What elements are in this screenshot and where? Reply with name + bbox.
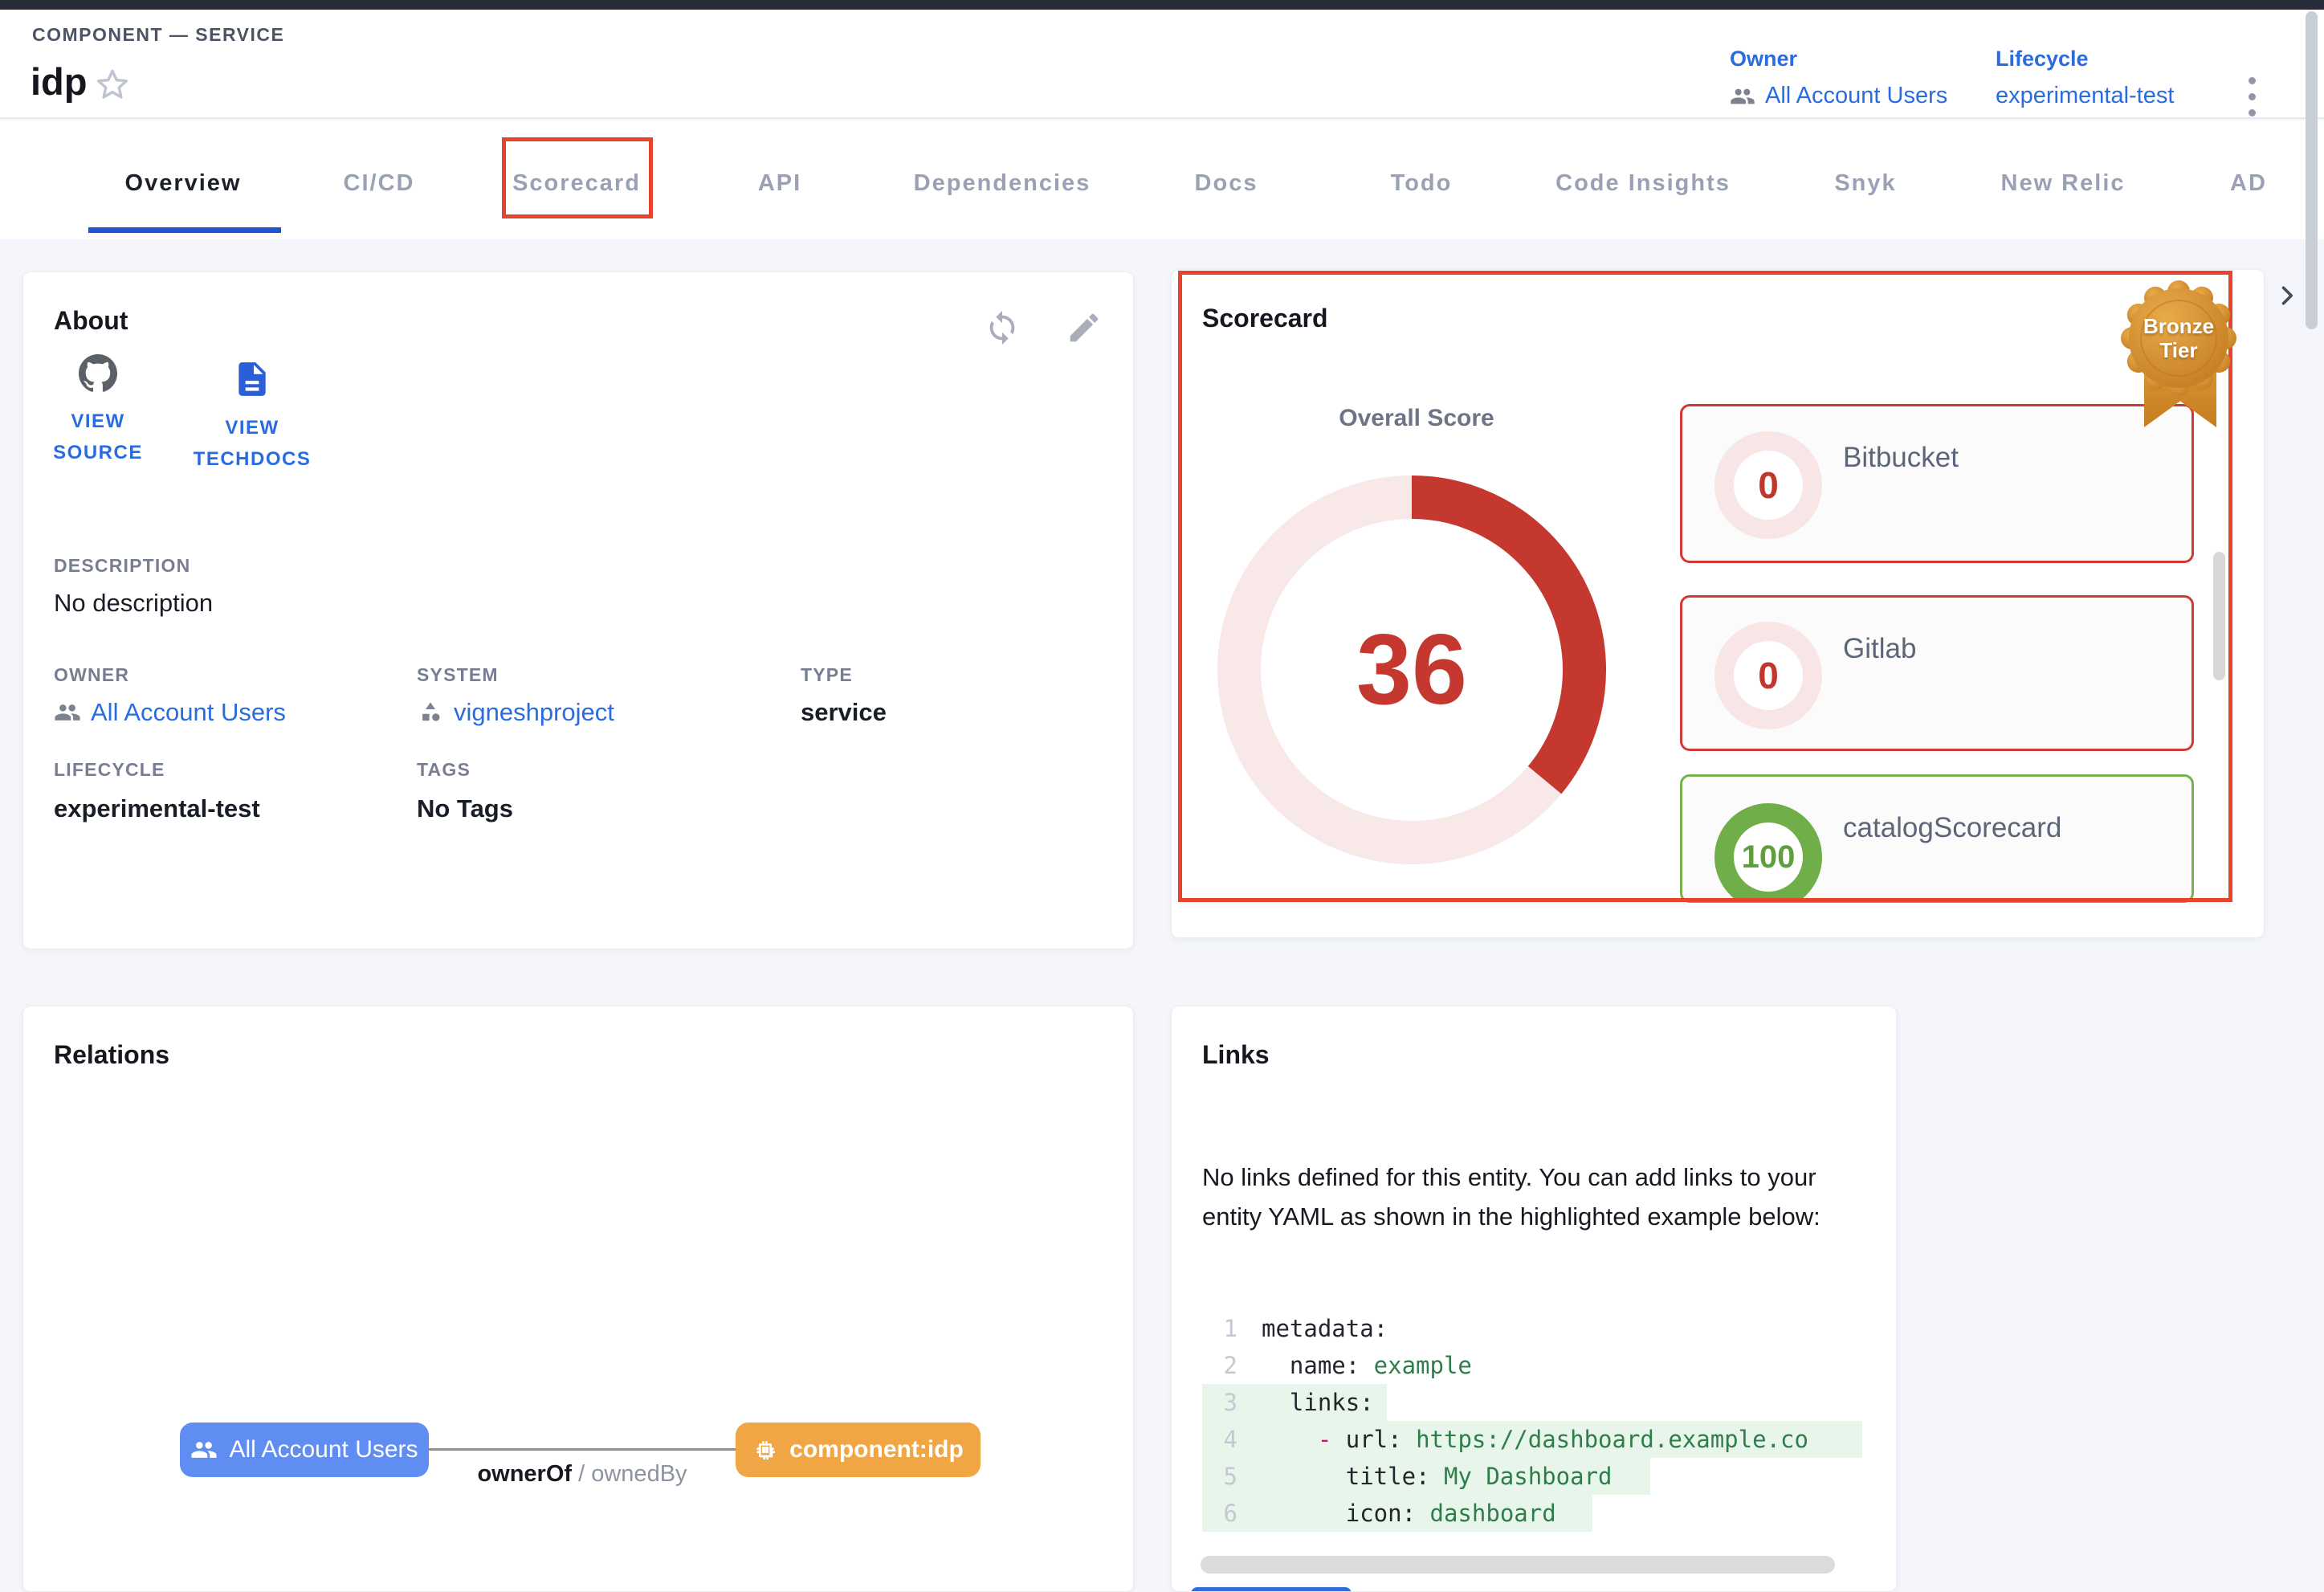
code-line: 1metadata: — [1202, 1310, 1869, 1347]
links-card: Links No links defined for this entity. … — [1171, 1006, 1897, 1592]
edit-pencil-icon[interactable] — [1066, 309, 1103, 346]
tab-docs[interactable]: Docs — [1195, 170, 1258, 197]
owner-value: All Account Users — [1765, 83, 1947, 109]
breadcrumb: COMPONENT — SERVICE — [32, 24, 284, 46]
relation-node-all-account-users[interactable]: All Account Users — [180, 1423, 429, 1477]
tab-new-relic[interactable]: New Relic — [2001, 170, 2126, 197]
system-field-link[interactable]: vigneshproject — [417, 698, 614, 727]
lifecycle-label: Lifecycle — [1996, 47, 2174, 71]
tab-scorecard[interactable]: Scorecard — [512, 170, 641, 197]
top-accent-bar — [0, 0, 2324, 10]
overall-score-label: Overall Score — [1296, 405, 1537, 432]
scorecard-item-catalogscorecard[interactable]: 100 catalogScorecard — [1680, 774, 2194, 903]
tab-code-insights[interactable]: Code Insights — [1555, 170, 1731, 197]
active-tab-indicator — [88, 227, 281, 233]
people-icon — [190, 1436, 218, 1463]
owner-label: Owner — [1730, 47, 1947, 71]
score-ring: 0 — [1714, 622, 1822, 729]
tabs-overflow-chevron-right-icon[interactable] — [2273, 281, 2302, 310]
relation-edge-label: ownerOf / ownedBy — [429, 1461, 736, 1488]
github-icon — [79, 354, 117, 393]
code-line-highlighted: 6icon: dashboard — [1202, 1495, 1592, 1532]
chip-icon — [752, 1437, 778, 1463]
page-title: idp — [31, 59, 87, 104]
owner-field-label: OWNER — [54, 664, 129, 686]
description-value: No description — [54, 589, 213, 618]
code-line-highlighted: 3links: — [1202, 1384, 1387, 1421]
tab-snyk[interactable]: Snyk — [1834, 170, 1896, 197]
code-line: 2name: example — [1202, 1347, 1869, 1384]
description-label: DESCRIPTION — [54, 555, 190, 577]
tags-field-label: TAGS — [417, 759, 471, 781]
about-card: About VIEW SOURCE VIEW TECHDOCS DESCRIPT… — [22, 271, 1134, 949]
system-field-label: SYSTEM — [417, 664, 499, 686]
header-owner: Owner All Account Users — [1730, 47, 1947, 109]
scorecard-item-bitbucket[interactable]: 0 Bitbucket — [1680, 404, 2194, 563]
about-title: About — [54, 306, 128, 336]
refresh-icon[interactable] — [984, 309, 1021, 346]
more-options-kebab-icon[interactable] — [2249, 77, 2257, 116]
tab-cicd[interactable]: CI/CD — [344, 170, 415, 197]
relations-title: Relations — [54, 1040, 169, 1070]
view-techdocs-label: VIEW TECHDOCS — [176, 412, 328, 475]
view-source-label: VIEW SOURCE — [38, 406, 158, 468]
view-source-link[interactable]: VIEW SOURCE — [38, 354, 158, 468]
scorecard-title: Scorecard — [1202, 304, 1328, 333]
score-ring: 100 — [1714, 803, 1822, 903]
links-action-button-partial[interactable] — [1191, 1587, 1352, 1592]
people-icon — [1730, 84, 1755, 109]
score-ring: 0 — [1714, 431, 1822, 539]
owner-link[interactable]: All Account Users — [1730, 83, 1947, 109]
techdocs-document-icon — [232, 359, 272, 399]
scorecard-item-gitlab[interactable]: 0 Gitlab — [1680, 595, 2194, 751]
tab-ad-truncated[interactable]: AD — [2230, 170, 2267, 197]
relation-edge — [429, 1448, 736, 1451]
scorecard-list-scrollbar[interactable] — [2213, 552, 2225, 680]
code-line-highlighted: 4- url: https://dashboard.example.co — [1202, 1421, 1862, 1458]
page-scrollbar[interactable] — [2306, 11, 2318, 329]
tab-api[interactable]: API — [758, 170, 801, 197]
entity-page: COMPONENT — SERVICE idp Owner All Accoun… — [0, 0, 2324, 1592]
owner-field-link[interactable]: All Account Users — [54, 698, 286, 727]
tab-todo[interactable]: Todo — [1391, 170, 1453, 197]
tags-field-value: No Tags — [417, 794, 513, 823]
entity-tabs: Overview CI/CD Scorecard API Dependencie… — [0, 120, 2324, 239]
links-empty-text: No links defined for this entity. You ca… — [1202, 1157, 1854, 1236]
system-icon — [417, 699, 444, 726]
overall-score-value: 36 — [1215, 473, 1608, 867]
yaml-example-code: 1metadata: 2name: example 3links: 4- url… — [1202, 1310, 1869, 1532]
lifecycle-value: experimental-test — [1996, 83, 2174, 109]
code-horizontal-scrollbar[interactable] — [1201, 1556, 1835, 1574]
tab-dependencies[interactable]: Dependencies — [914, 170, 1091, 197]
type-field-value: service — [801, 698, 887, 727]
entity-header: COMPONENT — SERVICE idp Owner All Accoun… — [0, 10, 2324, 119]
lifecycle-field-label: LIFECYCLE — [54, 759, 165, 781]
header-lifecycle: Lifecycle experimental-test — [1996, 47, 2174, 109]
scorecard-card: Scorecard Bronze T — [1171, 269, 2265, 938]
code-line-highlighted: 5title: My Dashboard — [1202, 1458, 1650, 1495]
lifecycle-field-value: experimental-test — [54, 794, 260, 823]
bronze-tier-label: Bronze Tier — [2114, 274, 2243, 402]
relation-node-component-idp[interactable]: component:idp — [736, 1423, 981, 1477]
relations-card: Relations ownerOf / ownedBy All Account … — [22, 1006, 1134, 1592]
type-field-label: TYPE — [801, 664, 853, 686]
people-icon — [54, 699, 81, 726]
view-techdocs-link[interactable]: VIEW TECHDOCS — [176, 359, 328, 475]
links-title: Links — [1202, 1040, 1270, 1070]
tab-overview[interactable]: Overview — [125, 170, 242, 197]
favorite-star-icon[interactable] — [93, 66, 132, 104]
